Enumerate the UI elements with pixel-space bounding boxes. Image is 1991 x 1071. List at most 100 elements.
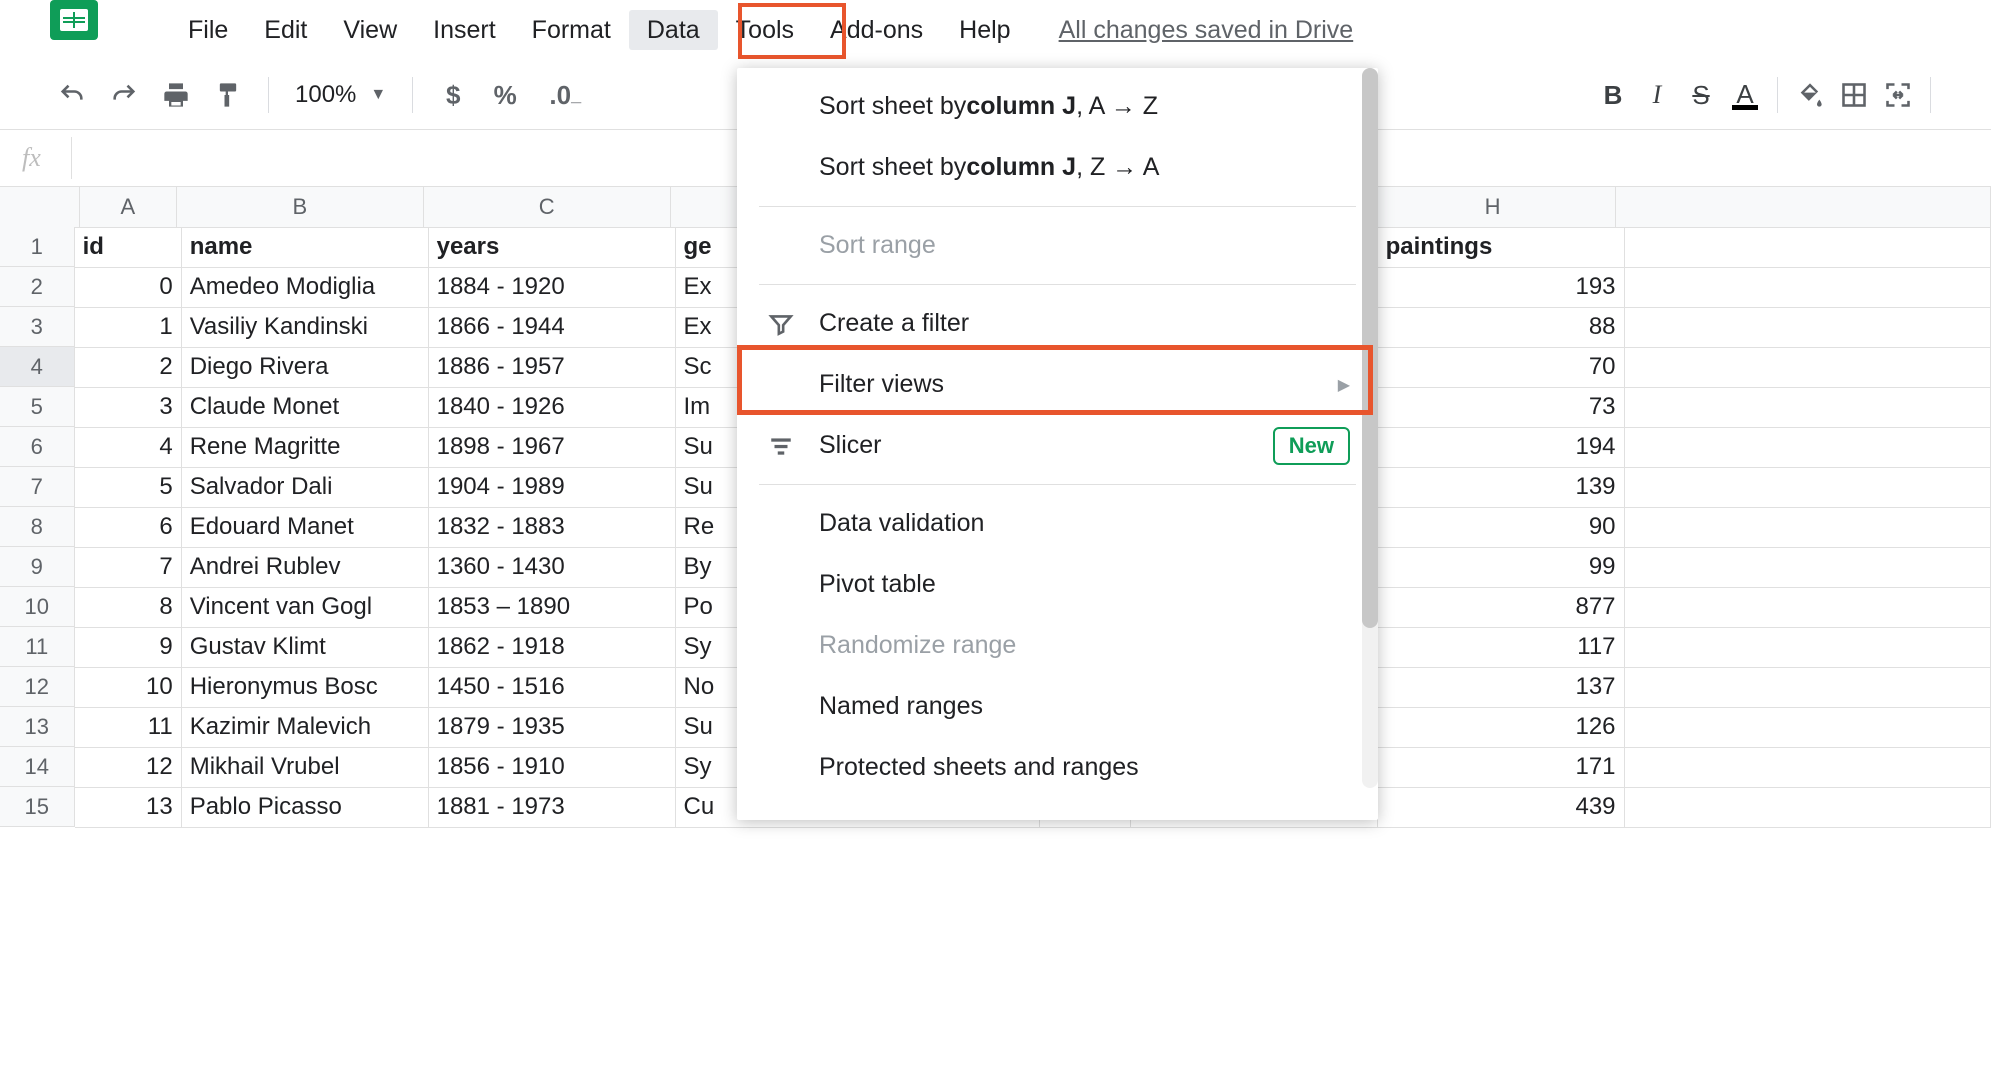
row-header-12[interactable]: 12 (0, 667, 75, 707)
menu-insert[interactable]: Insert (415, 10, 514, 50)
decrease-decimal-button[interactable]: .0_ (535, 73, 595, 117)
row-header-14[interactable]: 14 (0, 747, 75, 787)
cell-B8[interactable]: Edouard Manet (182, 507, 429, 548)
fill-color-button[interactable] (1788, 73, 1832, 117)
row-header-5[interactable]: 5 (0, 387, 75, 427)
cell-tail-2[interactable] (1625, 267, 1991, 308)
menu-format[interactable]: Format (514, 10, 629, 50)
cell-C3[interactable]: 1866 - 1944 (429, 307, 676, 348)
cell-H4[interactable]: 70 (1378, 347, 1625, 388)
cell-C2[interactable]: 1884 - 1920 (429, 267, 676, 308)
select-all-corner[interactable] (0, 187, 80, 228)
cell-C13[interactable]: 1879 - 1935 (429, 707, 676, 748)
cell-A10[interactable]: 8 (75, 587, 182, 628)
print-button[interactable] (154, 73, 198, 117)
row-header-10[interactable]: 10 (0, 587, 75, 627)
strikethrough-button[interactable]: S (1679, 73, 1723, 117)
row-header-15[interactable]: 15 (0, 787, 75, 827)
cell-B1[interactable]: name (182, 227, 429, 268)
cell-tail-13[interactable] (1625, 707, 1991, 748)
cell-H1[interactable]: paintings (1378, 227, 1625, 268)
cell-H5[interactable]: 73 (1378, 387, 1625, 428)
cell-tail-7[interactable] (1625, 467, 1991, 508)
column-header-edge[interactable] (1616, 187, 1991, 228)
format-currency-button[interactable]: $ (431, 73, 475, 117)
cell-tail-10[interactable] (1625, 587, 1991, 628)
cell-A9[interactable]: 7 (75, 547, 182, 588)
cell-B7[interactable]: Salvador Dali (182, 467, 429, 508)
cell-H6[interactable]: 194 (1378, 427, 1625, 468)
cell-tail-12[interactable] (1625, 667, 1991, 708)
cell-B2[interactable]: Amedeo Modiglia (182, 267, 429, 308)
cell-B3[interactable]: Vasiliy Kandinski (182, 307, 429, 348)
row-header-7[interactable]: 7 (0, 467, 75, 507)
named-ranges[interactable]: Named ranges (737, 676, 1378, 737)
cell-C14[interactable]: 1856 - 1910 (429, 747, 676, 788)
cell-B4[interactable]: Diego Rivera (182, 347, 429, 388)
cell-tail-5[interactable] (1625, 387, 1991, 428)
column-header-A[interactable]: A (80, 187, 177, 228)
cell-C1[interactable]: years (429, 227, 676, 268)
merge-cells-button[interactable] (1876, 73, 1920, 117)
cell-B15[interactable]: Pablo Picasso (182, 787, 429, 828)
cell-C5[interactable]: 1840 - 1926 (429, 387, 676, 428)
cell-B14[interactable]: Mikhail Vrubel (182, 747, 429, 788)
menu-addons[interactable]: Add-ons (812, 10, 941, 50)
cell-A7[interactable]: 5 (75, 467, 182, 508)
text-color-button[interactable]: A (1723, 73, 1767, 117)
cell-A3[interactable]: 1 (75, 307, 182, 348)
cell-B13[interactable]: Kazimir Malevich (182, 707, 429, 748)
cell-H11[interactable]: 117 (1378, 627, 1625, 668)
cell-A2[interactable]: 0 (75, 267, 182, 308)
cell-tail-6[interactable] (1625, 427, 1991, 468)
cell-H9[interactable]: 99 (1378, 547, 1625, 588)
row-header-4[interactable]: 4 (0, 347, 75, 387)
cell-H12[interactable]: 137 (1378, 667, 1625, 708)
cell-H7[interactable]: 139 (1378, 467, 1625, 508)
cell-tail-11[interactable] (1625, 627, 1991, 668)
cell-tail-1[interactable] (1625, 227, 1991, 268)
row-header-1[interactable]: 1 (0, 227, 75, 267)
row-header-6[interactable]: 6 (0, 427, 75, 467)
menu-edit[interactable]: Edit (246, 10, 325, 50)
cell-tail-15[interactable] (1625, 787, 1991, 828)
cell-tail-8[interactable] (1625, 507, 1991, 548)
pivot-table[interactable]: Pivot table (737, 554, 1378, 615)
data-validation[interactable]: Data validation (737, 493, 1378, 554)
cell-C15[interactable]: 1881 - 1973 (429, 787, 676, 828)
sort-sheet-az[interactable]: Sort sheet by column J, A → Z (737, 76, 1378, 137)
cell-tail-4[interactable] (1625, 347, 1991, 388)
cell-B12[interactable]: Hieronymus Bosc (182, 667, 429, 708)
menu-help[interactable]: Help (941, 10, 1028, 50)
cell-A13[interactable]: 11 (75, 707, 182, 748)
cell-H2[interactable]: 193 (1378, 267, 1625, 308)
cell-C10[interactable]: 1853 – 1890 (429, 587, 676, 628)
menu-file[interactable]: File (170, 10, 246, 50)
menu-data[interactable]: Data (629, 10, 718, 50)
cell-A8[interactable]: 6 (75, 507, 182, 548)
cell-C4[interactable]: 1886 - 1957 (429, 347, 676, 388)
filter-views[interactable]: Filter views ▶ (737, 354, 1378, 415)
cell-B6[interactable]: Rene Magritte (182, 427, 429, 468)
cell-C6[interactable]: 1898 - 1967 (429, 427, 676, 468)
slicer[interactable]: Slicer New (737, 415, 1378, 476)
create-filter[interactable]: Create a filter (737, 293, 1378, 354)
cell-H13[interactable]: 126 (1378, 707, 1625, 748)
cell-A11[interactable]: 9 (75, 627, 182, 668)
cell-C7[interactable]: 1904 - 1989 (429, 467, 676, 508)
cell-C8[interactable]: 1832 - 1883 (429, 507, 676, 548)
row-header-9[interactable]: 9 (0, 547, 75, 587)
borders-button[interactable] (1832, 73, 1876, 117)
cell-A1[interactable]: id (75, 227, 182, 268)
bold-button[interactable]: B (1591, 73, 1635, 117)
cell-A12[interactable]: 10 (75, 667, 182, 708)
cell-tail-9[interactable] (1625, 547, 1991, 588)
cell-H15[interactable]: 439 (1378, 787, 1625, 828)
cell-H14[interactable]: 171 (1378, 747, 1625, 788)
row-header-13[interactable]: 13 (0, 707, 75, 747)
menu-tools[interactable]: Tools (718, 10, 812, 50)
cell-A6[interactable]: 4 (75, 427, 182, 468)
column-header-C[interactable]: C (424, 187, 671, 228)
cell-B5[interactable]: Claude Monet (182, 387, 429, 428)
row-header-8[interactable]: 8 (0, 507, 75, 547)
